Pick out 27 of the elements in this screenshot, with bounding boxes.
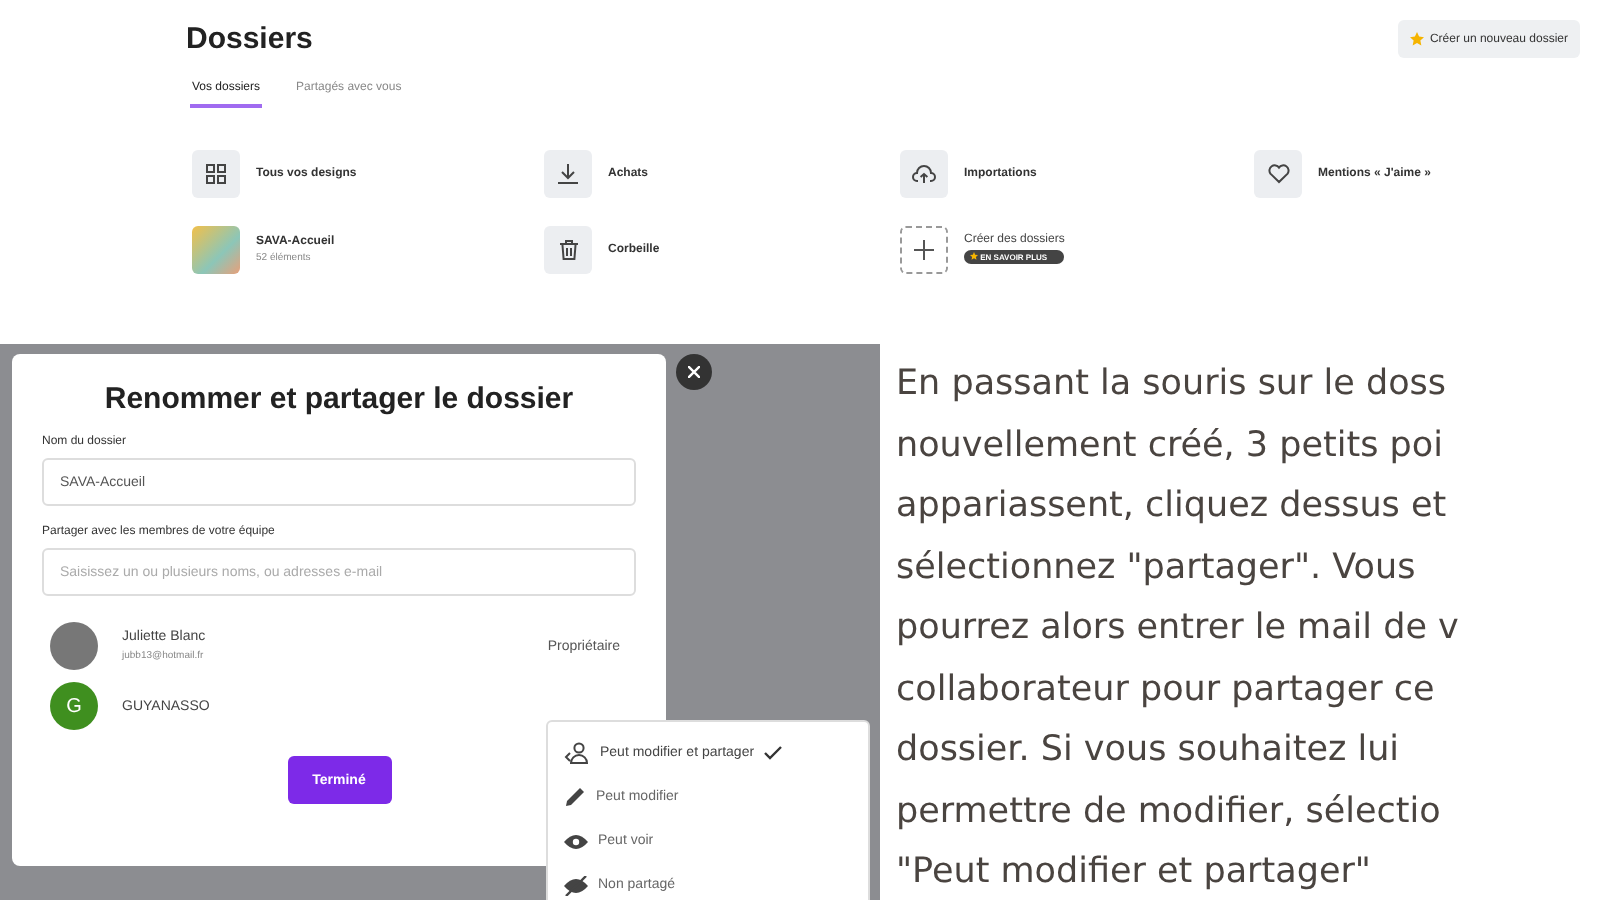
plus-icon (914, 239, 934, 259)
checkmark-icon (764, 745, 783, 760)
download-icon (558, 163, 578, 183)
folder-thumbnail[interactable] (192, 225, 240, 273)
avatar (50, 622, 98, 670)
page-title: Dossiers (186, 22, 313, 56)
category-tile[interactable] (544, 149, 592, 197)
people-icon (564, 741, 590, 764)
close-button[interactable] (676, 354, 712, 390)
eye-icon (564, 833, 588, 850)
close-icon (688, 366, 700, 378)
category-tile[interactable] (900, 149, 948, 197)
eye-crossed-icon (564, 875, 588, 896)
grid-icon (206, 163, 226, 183)
team-avatar: G (50, 682, 98, 730)
star-icon (970, 252, 978, 260)
category-tile[interactable] (192, 149, 240, 197)
trash-icon (559, 239, 577, 259)
category-tile[interactable] (544, 225, 592, 273)
star-icon (1409, 32, 1424, 46)
instruction-text: En passant la souris sur le doss nouvellement créé, 3 petits poi appariassent, cliquez dessus et sélectionnez "partager". Vous pourrez alors entrer le mail de v collaborateur pour partager ce dossier. Si vous souhaitez lui permettre de modifier, sélectio "Peut modifier et partager" (894, 362, 1459, 896)
heart-icon (1267, 163, 1289, 183)
cloud-upload-icon (912, 163, 936, 183)
dialog-title: Renommer et partager le dossier (102, 382, 576, 416)
create-folder-button[interactable] (900, 225, 948, 273)
category-tile[interactable] (1254, 149, 1302, 197)
pencil-icon (564, 785, 586, 808)
